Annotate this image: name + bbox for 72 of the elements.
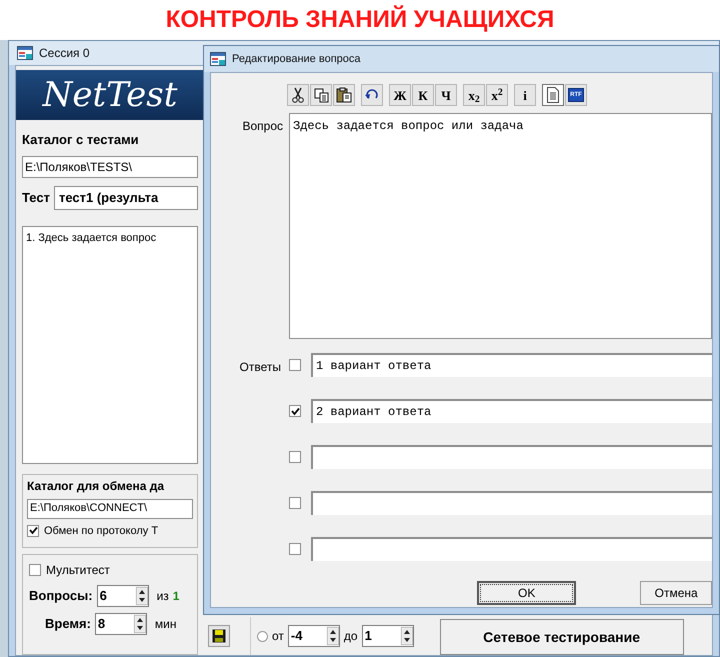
unit-label: мин [154, 616, 177, 633]
question-item[interactable]: 1. Здесь задается вопрос [26, 230, 194, 246]
format-label: К [418, 88, 428, 102]
toolbar-button[interactable]: x$_{2}$ [463, 84, 485, 106]
spin-arrows-icon[interactable] [400, 627, 413, 645]
spin-arrows-icon[interactable] [134, 615, 146, 633]
answer-field[interactable] [311, 491, 712, 515]
total-count: 1 [172, 588, 180, 605]
window-icon [210, 52, 226, 66]
scissors-icon [291, 87, 305, 103]
of-label: из [156, 588, 169, 605]
toolbar-button[interactable]: К [412, 84, 434, 106]
toolbar-button[interactable]: Ж [389, 84, 411, 106]
toolbar-button[interactable] [361, 84, 383, 106]
checkbox[interactable] [29, 564, 41, 576]
undo-icon [365, 89, 379, 101]
catalog-label: Каталог с тестами [22, 131, 140, 149]
answers-label: Ответы [238, 359, 282, 376]
format-label: i [523, 88, 527, 102]
answer-field[interactable] [311, 537, 712, 561]
to-label: до [344, 628, 358, 645]
dialog-title: Редактирование вопроса [232, 52, 360, 67]
test-label: Тест [22, 188, 50, 207]
questions-label: Вопросы: [29, 587, 93, 606]
time-label: Время: [45, 615, 91, 634]
toolbar-button[interactable]: x$^{2}$ [486, 84, 508, 106]
spin-arrows-icon[interactable] [136, 587, 148, 605]
window-title: Сессия 0 [39, 45, 90, 62]
format-label: Ч [441, 88, 451, 102]
dialog-button[interactable]: Отмена [640, 581, 712, 605]
dialog-button[interactable]: OK [477, 581, 576, 605]
toolbar-button[interactable] [287, 84, 309, 106]
toolbar-button[interactable] [310, 84, 332, 106]
checkbox[interactable] [289, 543, 301, 555]
answer-field[interactable]: 2 вариант ответа [311, 399, 712, 423]
question-textarea[interactable]: Здесь задается вопрос или задача [289, 113, 712, 339]
exchange-label: Каталог для обмена да [27, 478, 166, 494]
spin-arrows-icon[interactable] [326, 627, 339, 645]
checkbox-label: Мультитест [46, 562, 110, 579]
answer-field[interactable]: 1 вариант ответа [311, 353, 712, 377]
checkbox-label: Обмен по протоколу Т [44, 524, 158, 538]
checkbox[interactable] [289, 451, 301, 463]
network-testing-button[interactable]: Сетевое тестирование [440, 619, 684, 655]
toolbar-button[interactable] [542, 84, 564, 106]
test-select[interactable]: тест1 (результа [54, 186, 198, 210]
time-spinner[interactable]: 8 [94, 613, 147, 635]
save-icon [212, 629, 226, 643]
answer-field[interactable] [311, 445, 712, 469]
question-label: Вопрос [241, 118, 284, 135]
from-spinner[interactable]: -4 [288, 625, 340, 647]
clipboard-icon [336, 87, 352, 103]
to-spinner[interactable]: 1 [362, 625, 414, 647]
document-icon [547, 87, 559, 103]
questions-spinner[interactable]: 6 [96, 585, 149, 607]
copy-icon [314, 88, 328, 102]
format-label: x$_{2}$ [468, 88, 480, 102]
logo-text: NetTest [42, 78, 178, 112]
format-label: x$^{2}$ [491, 88, 503, 102]
save-button[interactable] [208, 625, 230, 647]
radio-button[interactable] [257, 630, 268, 642]
checkbox[interactable] [289, 497, 301, 509]
from-label: от [272, 628, 284, 645]
exchange-path-field[interactable]: E:\Поляков\CONNECT\ [27, 498, 193, 518]
checkbox[interactable] [289, 405, 301, 417]
toolbar-button[interactable]: i [514, 84, 536, 106]
window-icon [17, 46, 33, 60]
checkbox[interactable] [289, 359, 301, 371]
toolbar-button[interactable]: Ч [435, 84, 457, 106]
format-label: Ж [394, 88, 406, 102]
checkbox[interactable] [27, 524, 39, 537]
toolbar-button[interactable] [333, 84, 355, 106]
path-field[interactable]: E:\Поляков\TESTS\ [22, 156, 198, 178]
